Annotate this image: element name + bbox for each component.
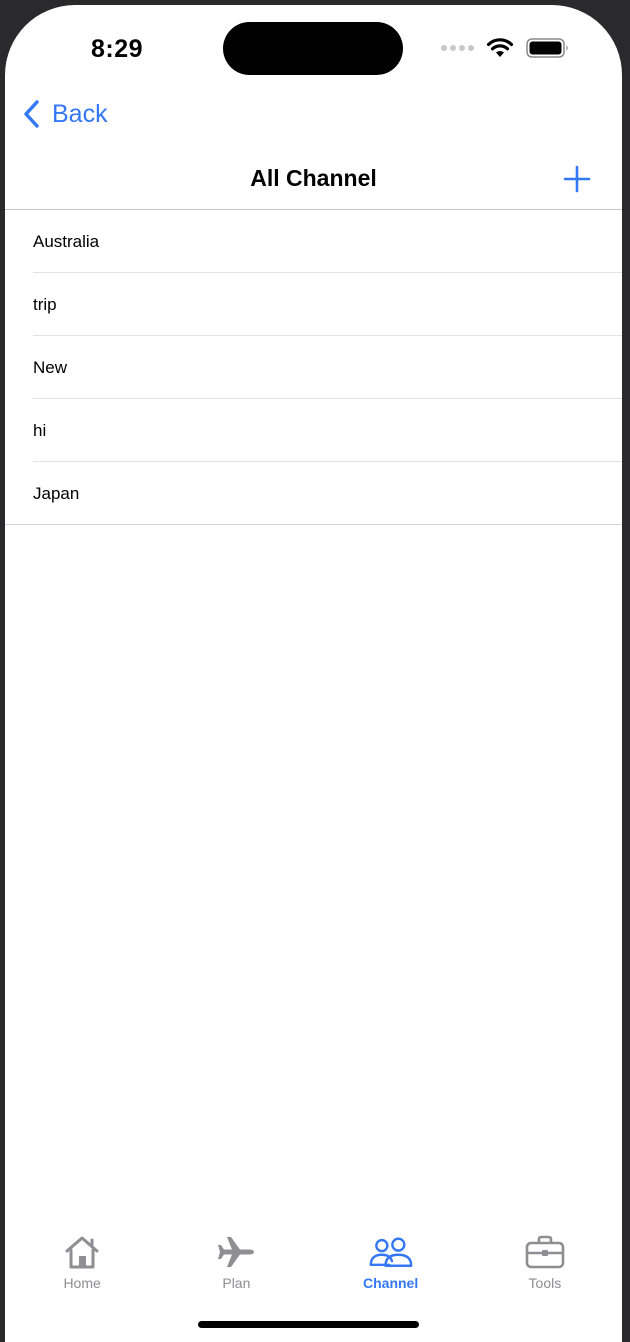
tab-label: Plan bbox=[222, 1275, 251, 1291]
tab-label: Tools bbox=[528, 1275, 562, 1291]
house-icon bbox=[60, 1233, 104, 1271]
briefcase-icon bbox=[523, 1233, 567, 1271]
channel-name: Japan bbox=[33, 483, 80, 503]
channel-row-australia[interactable]: Australia bbox=[5, 210, 622, 273]
wifi-icon bbox=[486, 38, 514, 57]
channel-name: trip bbox=[33, 294, 57, 314]
back-label: Back bbox=[52, 99, 108, 128]
tab-tools[interactable]: Tools bbox=[468, 1233, 622, 1303]
device-frame: 8:29 Back All Channel Australia trip New… bbox=[0, 0, 630, 1342]
home-indicator[interactable] bbox=[198, 1321, 419, 1328]
battery-icon bbox=[526, 38, 568, 58]
channel-row-new[interactable]: New bbox=[5, 336, 622, 399]
channel-row-trip[interactable]: trip bbox=[5, 273, 622, 336]
channel-name: hi bbox=[33, 420, 47, 440]
channel-name: Australia bbox=[33, 231, 100, 251]
status-indicators bbox=[441, 37, 570, 59]
channel-row-hi[interactable]: hi bbox=[5, 399, 622, 462]
cellular-signal-icon bbox=[441, 45, 474, 51]
tab-channel[interactable]: Channel bbox=[314, 1233, 468, 1303]
tab-label: Home bbox=[63, 1275, 101, 1291]
channel-row-japan[interactable]: Japan bbox=[5, 462, 622, 525]
screen: 8:29 Back All Channel Australia trip New… bbox=[5, 5, 622, 1342]
plus-icon bbox=[563, 165, 591, 193]
dynamic-island bbox=[223, 22, 403, 75]
people-icon bbox=[369, 1233, 413, 1271]
chevron-left-icon bbox=[24, 100, 39, 128]
channel-name: New bbox=[33, 357, 68, 377]
tab-home[interactable]: Home bbox=[5, 1233, 159, 1303]
tab-plan[interactable]: Plan bbox=[159, 1233, 313, 1303]
airplane-icon bbox=[214, 1233, 258, 1271]
status-time: 8:29 bbox=[91, 35, 144, 63]
tab-bar: Home Plan Channel Tools bbox=[5, 1233, 622, 1303]
page-title: All Channel bbox=[250, 165, 377, 191]
tab-label: Channel bbox=[363, 1275, 419, 1291]
back-button[interactable]: Back bbox=[22, 99, 108, 129]
channel-list: Australia trip New hi Japan bbox=[5, 210, 622, 525]
add-channel-button[interactable] bbox=[563, 165, 591, 193]
